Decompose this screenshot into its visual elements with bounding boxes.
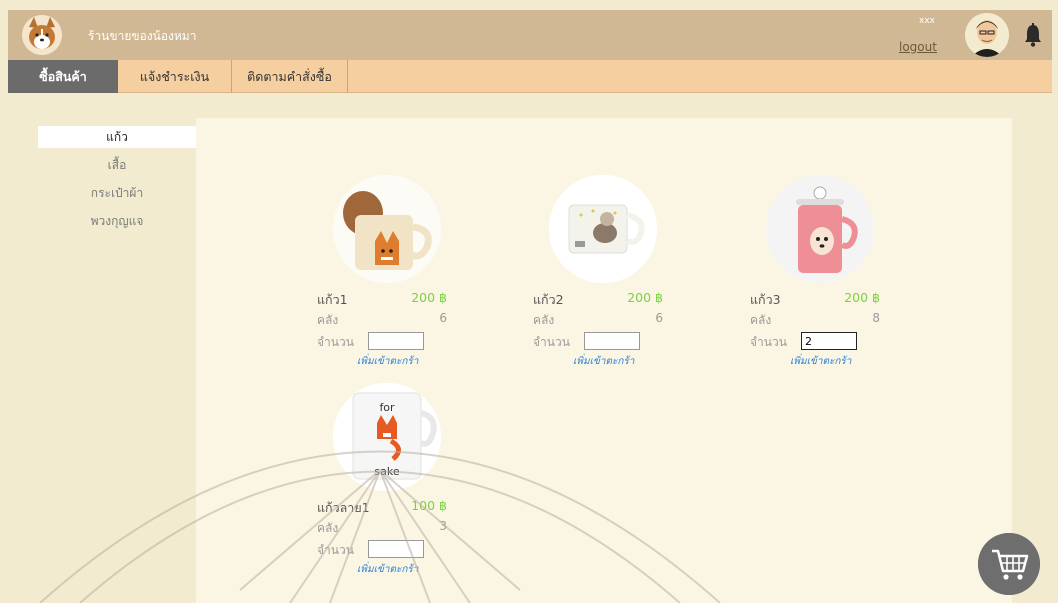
sidebar-item-keychain[interactable]: พวงกุญแจ: [38, 210, 196, 232]
quantity-label: จำนวน: [533, 335, 570, 349]
bell-icon[interactable]: [1022, 22, 1044, 48]
stock-label: คลัง: [317, 313, 339, 327]
sidebar-item-shirt[interactable]: เสื้อ: [38, 154, 196, 176]
for-fox-sake-mug-image[interactable]: for sake: [333, 383, 441, 491]
product-name: แก้ว3: [750, 292, 781, 307]
mug-text-top: for: [379, 401, 395, 414]
shop-name: ร้านขายของน้องหมา: [88, 29, 197, 43]
quantity-input[interactable]: [368, 332, 424, 350]
corgi-logo-icon[interactable]: [22, 15, 62, 55]
username-label: xxx: [919, 16, 935, 26]
quantity-label: จำนวน: [750, 335, 787, 349]
product-card: for sake แก้วลาย1 100 ฿ คลัง 3 จำนวน เพิ…: [317, 383, 457, 583]
quantity-label: จำนวน: [317, 543, 354, 557]
quantity-input[interactable]: [368, 540, 424, 558]
product-card: แก้ว1 200 ฿ คลัง 6 จำนวน เพิ่มเข้าตะกร้า: [317, 175, 457, 375]
product-name: แก้วลาย1: [317, 500, 370, 515]
add-to-cart-link[interactable]: เพิ่มเข้าตะกร้า: [357, 562, 418, 577]
dog-mug-image[interactable]: [549, 175, 657, 283]
product-name: แก้ว2: [533, 292, 564, 307]
mug-text-bottom: sake: [374, 465, 399, 478]
quantity-label: จำนวน: [317, 335, 354, 349]
tab-payment-notify[interactable]: แจ้งชำระเงิน: [118, 60, 232, 93]
main-nav: ซื้อสินค้า แจ้งชำระเงิน ติดตามคำสั่งซื้อ: [8, 60, 1052, 93]
tab-track-orders[interactable]: ติดตามคำสั่งซื้อ: [232, 60, 348, 93]
stock-label: คลัง: [317, 521, 339, 535]
add-to-cart-link[interactable]: เพิ่มเข้าตะกร้า: [573, 354, 634, 369]
add-to-cart-link[interactable]: เพิ่มเข้าตะกร้า: [790, 354, 851, 369]
sidebar-item-tote-bag[interactable]: กระเป๋าผ้า: [38, 182, 196, 204]
product-price: 100 ฿: [411, 498, 447, 513]
product-price: 200 ฿: [627, 290, 663, 305]
stock-label: คลัง: [533, 313, 555, 327]
stock-label: คลัง: [750, 313, 772, 327]
sidebar-item-glass[interactable]: แก้ว: [38, 126, 196, 148]
user-avatar-icon[interactable]: [965, 13, 1009, 57]
stock-value: 3: [439, 519, 447, 533]
tab-buy-products[interactable]: ซื้อสินค้า: [8, 60, 118, 93]
product-price: 200 ฿: [844, 290, 880, 305]
shopping-cart-icon[interactable]: [978, 533, 1040, 595]
fox-mug-image[interactable]: [333, 175, 441, 283]
add-to-cart-link[interactable]: เพิ่มเข้าตะกร้า: [357, 354, 418, 369]
product-name: แก้ว1: [317, 292, 348, 307]
stock-value: 6: [655, 311, 663, 325]
product-card: แก้ว3 200 ฿ คลัง 8 จำนวน เพิ่มเข้าตะกร้า: [750, 175, 890, 375]
product-price: 200 ฿: [411, 290, 447, 305]
stock-value: 8: [872, 311, 880, 325]
top-header: ร้านขายของน้องหมา xxx logout: [8, 10, 1052, 60]
logout-link[interactable]: logout: [899, 40, 937, 54]
app-root: ร้านขายของน้องหมา xxx logout ซื้อสินค้า: [0, 0, 1058, 603]
product-card: แก้ว2 200 ฿ คลัง 6 จำนวน เพิ่มเข้าตะกร้า: [533, 175, 673, 375]
quantity-input[interactable]: [801, 332, 857, 350]
pink-mug-image[interactable]: [766, 175, 874, 283]
stock-value: 6: [439, 311, 447, 325]
quantity-input[interactable]: [584, 332, 640, 350]
